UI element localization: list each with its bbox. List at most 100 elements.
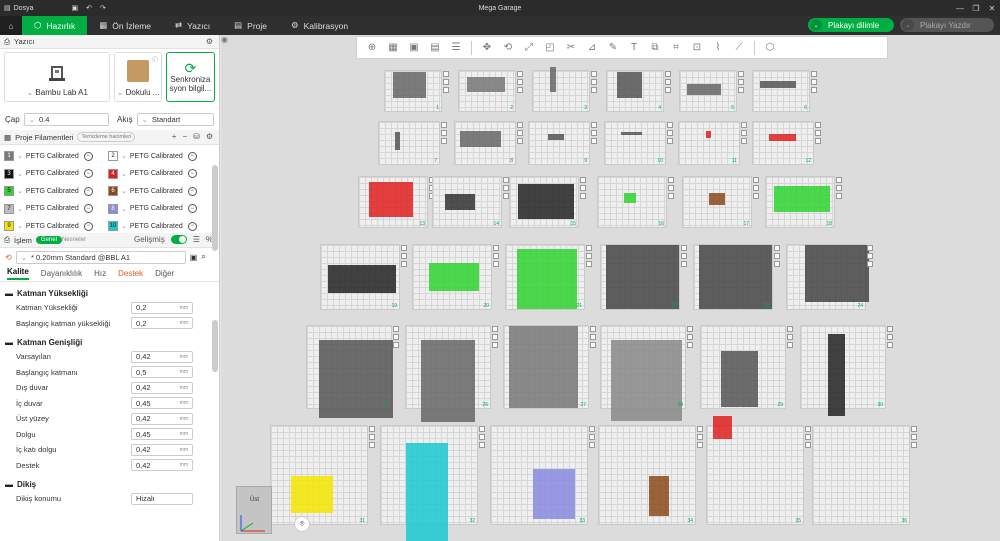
chevron-down-icon[interactable]: ⌄	[810, 19, 822, 31]
measure-icon[interactable]: ⟋	[730, 40, 748, 56]
list-icon[interactable]: ☰	[447, 40, 465, 56]
build-plate[interactable]: 17	[682, 176, 759, 228]
build-plate[interactable]: 7	[378, 121, 447, 165]
plate-action-icon[interactable]	[697, 426, 703, 432]
filament-color-swatch[interactable]: 8	[108, 203, 118, 214]
model-object[interactable]	[759, 80, 797, 88]
plate-action-icon[interactable]	[517, 122, 523, 128]
plate-action-icon[interactable]	[591, 122, 597, 128]
chevron-down-icon[interactable]: ⌄	[902, 19, 914, 31]
plate-action-icon[interactable]	[492, 334, 498, 340]
plate-action-icon[interactable]	[393, 326, 399, 332]
build-plate[interactable]: 27	[503, 325, 596, 409]
remove-filament-icon[interactable]: −	[187, 221, 197, 231]
filament-item[interactable]: 5 ⌄ PETG Calibrated −	[4, 185, 93, 197]
plate-action-icon[interactable]	[665, 87, 671, 93]
restore-icon[interactable]: ❐	[968, 0, 984, 16]
plate-action-icon[interactable]	[492, 326, 498, 332]
model-object[interactable]	[420, 340, 475, 422]
tab-strength[interactable]: Dayanıklılık	[41, 269, 82, 278]
filament-color-swatch[interactable]: 10	[108, 221, 118, 231]
model-object[interactable]	[605, 245, 679, 309]
nozzle-diameter-select[interactable]: ⌄ 0.4	[23, 112, 110, 126]
rotate-icon[interactable]: ⟲	[499, 40, 517, 56]
move-icon[interactable]: ✥	[478, 40, 496, 56]
model-object[interactable]	[533, 469, 575, 520]
plate-action-icon[interactable]	[887, 342, 893, 348]
remove-filament-icon[interactable]: −	[83, 151, 93, 161]
plate-action-icon[interactable]	[591, 71, 597, 77]
model-object[interactable]	[620, 132, 643, 136]
plate-action-icon[interactable]	[479, 434, 485, 440]
plate-action-icon[interactable]	[517, 130, 523, 136]
filament-item[interactable]: 7 ⌄ PETG Calibrated −	[4, 203, 93, 215]
tab-speed[interactable]: Hız	[94, 269, 106, 278]
build-plate[interactable]: 34	[598, 425, 703, 525]
add-icon[interactable]: +	[172, 132, 177, 141]
filament-color-swatch[interactable]: 2	[108, 151, 118, 161]
plate-action-icon[interactable]	[787, 326, 793, 332]
plate-action-icon[interactable]	[580, 177, 586, 183]
plate-action-icon[interactable]	[787, 334, 793, 340]
build-plate[interactable]: 36	[812, 425, 917, 525]
param-value-input[interactable]: 0,42 mm	[131, 412, 193, 425]
plate-action-icon[interactable]	[681, 261, 687, 267]
remove-filament-icon[interactable]: −	[83, 186, 93, 196]
build-plate[interactable]: 31	[270, 425, 375, 525]
filament-item[interactable]: 4 ⌄ PETG Calibrated −	[108, 168, 197, 180]
plate-action-icon[interactable]	[401, 253, 407, 259]
model-object[interactable]	[467, 76, 505, 92]
reset-icon[interactable]: ⟲	[5, 253, 12, 262]
split-icon[interactable]: ⧉	[646, 40, 664, 56]
plate-action-icon[interactable]	[811, 87, 817, 93]
plate-action-icon[interactable]	[369, 442, 375, 448]
plate-action-icon[interactable]	[887, 326, 893, 332]
plate-action-icon[interactable]	[668, 193, 674, 199]
model-object[interactable]	[508, 326, 578, 408]
sync-ams-icon[interactable]: ⛁	[193, 132, 200, 141]
plate-action-icon[interactable]	[589, 434, 595, 440]
build-plate[interactable]: 2	[458, 70, 523, 112]
plate-action-icon[interactable]	[591, 79, 597, 85]
plate-action-icon[interactable]	[589, 442, 595, 448]
build-plate[interactable]: 1	[384, 70, 449, 112]
plate-action-icon[interactable]	[393, 342, 399, 348]
paint-icon[interactable]: ✎	[604, 40, 622, 56]
save-icon[interactable]: ▣	[67, 0, 82, 16]
slice-plate-button[interactable]: ⌄ Plakayı dilimle	[808, 18, 894, 32]
build-plate[interactable]: 4	[606, 70, 671, 112]
remove-filament-icon[interactable]: −	[83, 204, 93, 213]
plate-action-icon[interactable]	[681, 253, 687, 259]
model-object[interactable]	[768, 133, 796, 142]
plate-action-icon[interactable]	[867, 253, 873, 259]
plate-action-icon[interactable]	[805, 434, 811, 440]
plate-action-icon[interactable]	[441, 138, 447, 144]
build-plate[interactable]: 5	[679, 70, 744, 112]
filament-color-swatch[interactable]: 5	[4, 186, 14, 196]
build-plate[interactable]: 29	[700, 325, 793, 409]
build-plate[interactable]: 14	[432, 176, 509, 228]
plate-action-icon[interactable]	[774, 253, 780, 259]
flow-type-select[interactable]: ⌄ Standart	[136, 112, 214, 126]
filament-scrollbar[interactable]	[212, 165, 218, 251]
model-object[interactable]	[698, 245, 772, 309]
build-plate[interactable]: 10	[604, 121, 673, 165]
info-icon[interactable]: ⓘ	[152, 55, 158, 64]
layers-icon[interactable]: ▤	[426, 40, 444, 56]
build-plate[interactable]: 6	[752, 70, 817, 112]
process-scrollbar[interactable]	[212, 320, 218, 372]
remove-filament-icon[interactable]: −	[187, 186, 197, 196]
build-plate[interactable]: 8	[454, 121, 523, 165]
plate-action-icon[interactable]	[401, 261, 407, 267]
plate-action-icon[interactable]	[867, 261, 873, 267]
plate-action-icon[interactable]	[774, 245, 780, 251]
build-plate[interactable]: 24	[786, 244, 873, 310]
model-object[interactable]	[549, 66, 557, 92]
minimize-icon[interactable]: —	[952, 0, 968, 16]
build-plate[interactable]: 21	[505, 244, 592, 310]
plate-action-icon[interactable]	[479, 426, 485, 432]
plate-action-icon[interactable]	[590, 334, 596, 340]
advanced-toggle[interactable]	[170, 235, 187, 244]
model-object[interactable]	[709, 192, 725, 205]
arrange-icon[interactable]: ⌗	[667, 40, 685, 56]
